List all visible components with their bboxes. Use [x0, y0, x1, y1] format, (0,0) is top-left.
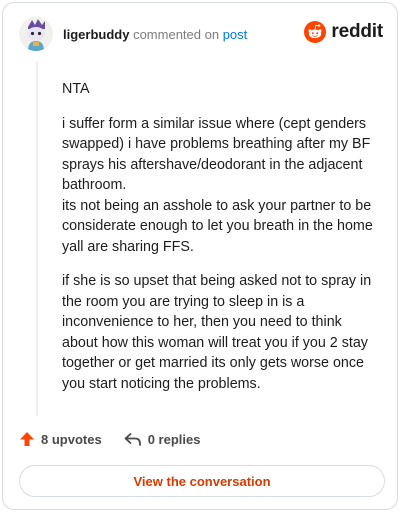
reply-button[interactable]: 0 replies: [124, 431, 201, 447]
avatar[interactable]: [19, 17, 53, 51]
upvote-arrow-icon: [20, 432, 34, 446]
brand-wordmark: reddit: [331, 21, 383, 42]
thread-line: [36, 61, 38, 416]
byline-verb: commented on: [133, 27, 220, 42]
reply-count: 0 replies: [147, 431, 201, 447]
comment-card: ligerbuddy commented on post reddit NTA …: [2, 2, 398, 510]
upvote-count: 8 upvotes: [41, 431, 102, 447]
byline: ligerbuddy commented on post: [63, 27, 247, 42]
comment-body: NTA i suffer form a similar issue where …: [62, 79, 380, 408]
reply-arrow-icon: [124, 433, 141, 446]
snoo-avatar-icon: [19, 17, 53, 51]
comment-paragraph: if she is so upset that being asked not …: [62, 273, 372, 392]
comment-paragraph: NTA: [62, 81, 90, 97]
comment-actions: 8 upvotes 0 replies: [19, 431, 222, 447]
comment-header: ligerbuddy commented on post reddit: [3, 3, 397, 63]
upvote-button[interactable]: 8 upvotes: [19, 431, 102, 447]
username-link[interactable]: ligerbuddy: [63, 27, 129, 42]
reddit-brand[interactable]: reddit: [304, 21, 383, 43]
post-link[interactable]: post: [223, 27, 248, 42]
view-conversation-button[interactable]: View the conversation: [19, 465, 385, 497]
comment-paragraph: i suffer form a similar issue where (cep…: [62, 115, 373, 255]
reddit-logo-icon: [304, 21, 327, 43]
